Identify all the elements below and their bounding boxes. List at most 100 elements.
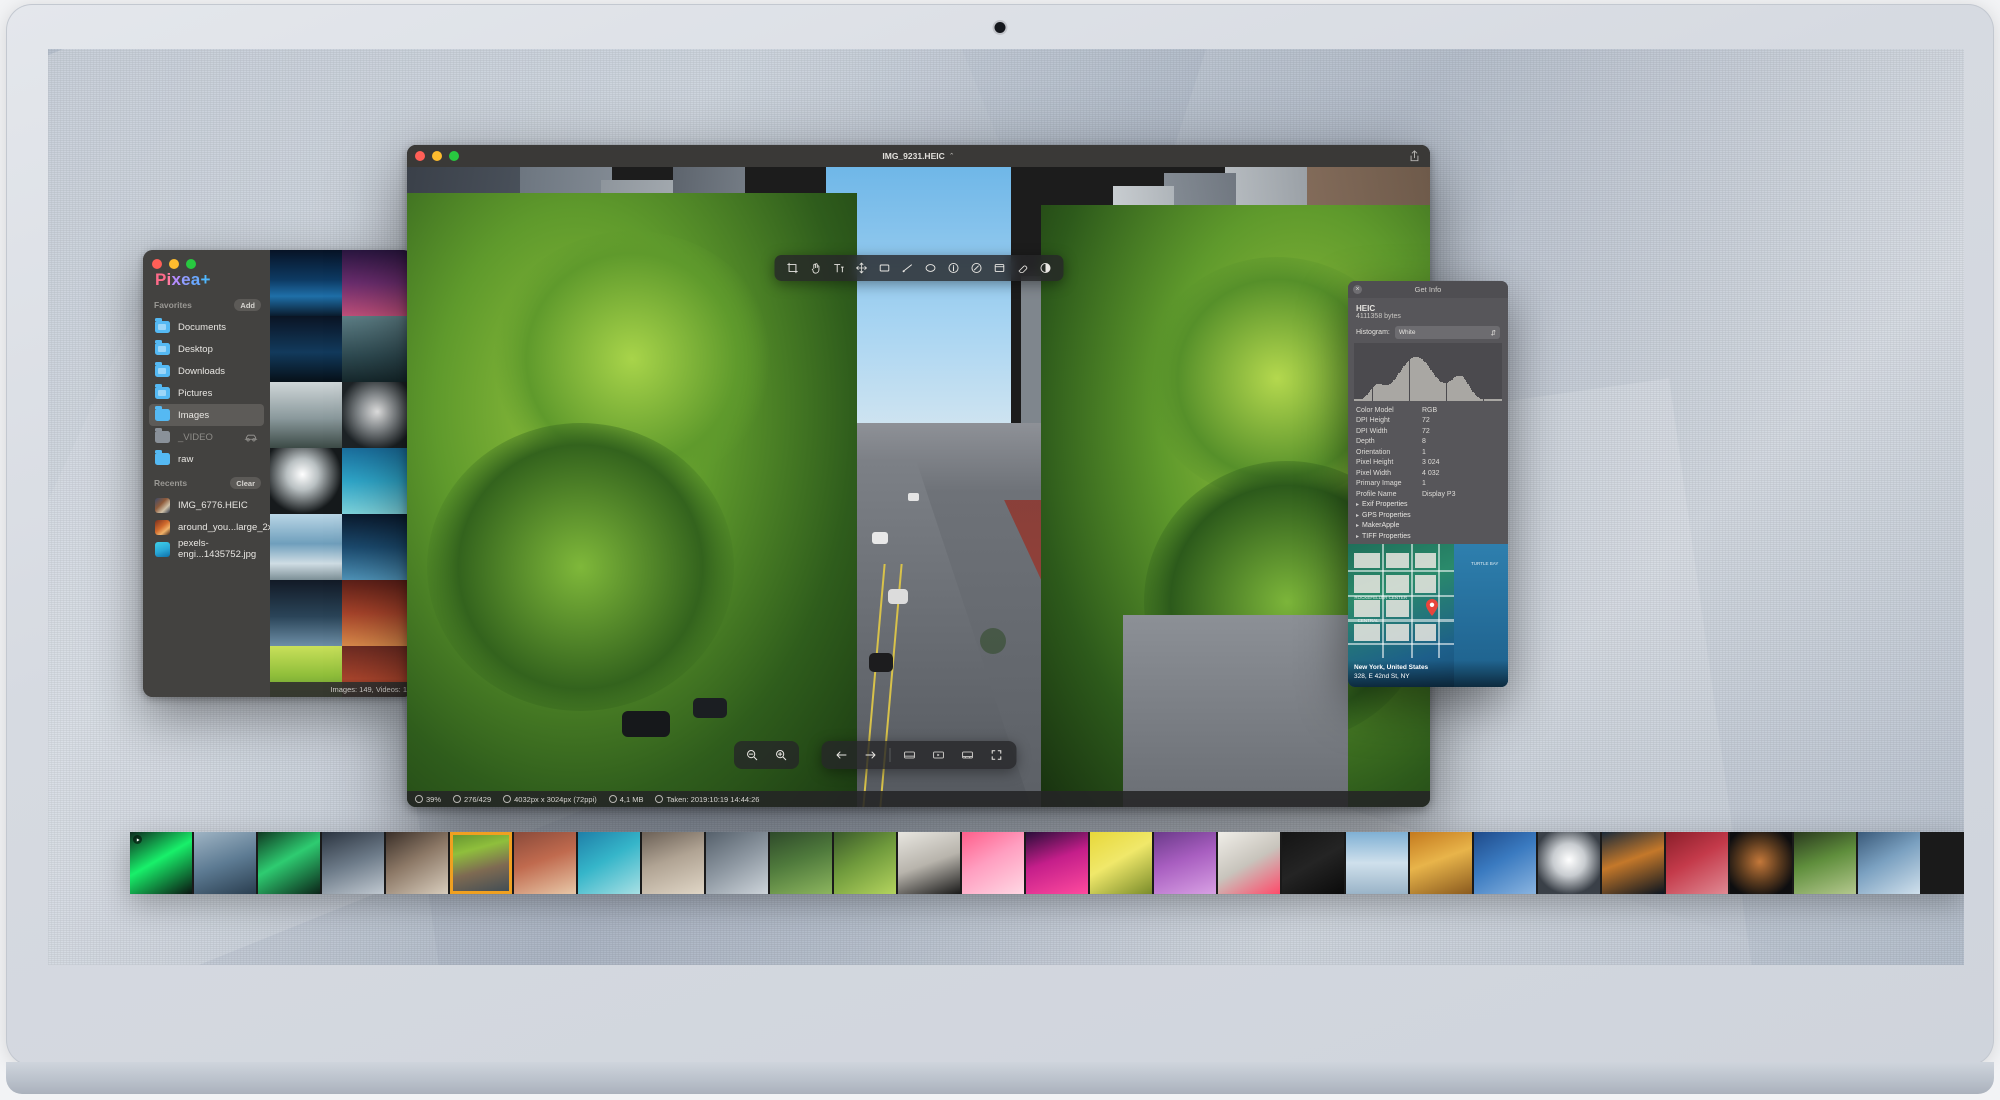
street-market-thumb[interactable] <box>386 832 448 894</box>
histogram-select[interactable]: White ⇵ <box>1394 326 1500 339</box>
move-tool[interactable] <box>851 258 871 278</box>
pixea-window-controls[interactable] <box>152 259 196 269</box>
close-icon[interactable]: × <box>1353 285 1362 294</box>
leaf-texture-thumb[interactable] <box>834 832 896 894</box>
green-hex-thumb[interactable] <box>258 832 320 894</box>
maximize-button[interactable] <box>186 259 196 269</box>
ellipse-tool[interactable] <box>920 258 940 278</box>
info-tool[interactable] <box>943 258 963 278</box>
grid-thumbnail[interactable] <box>341 250 413 316</box>
sidebar-item-desktop[interactable]: Desktop <box>149 338 264 360</box>
highlight-tool[interactable] <box>966 258 986 278</box>
filmstrip-toggle[interactable] <box>899 745 919 765</box>
maximize-button[interactable] <box>449 151 459 161</box>
thumbnails-button[interactable] <box>957 745 977 765</box>
sidebar-item-documents[interactable]: Documents <box>149 316 264 338</box>
beach-aerial-thumb[interactable] <box>578 832 640 894</box>
pink-gradient-thumb[interactable] <box>962 832 1024 894</box>
white-star-thumb[interactable] <box>1538 832 1600 894</box>
recent-item-2[interactable]: pexels-engi...1435752.jpg <box>149 538 264 560</box>
disclosure-tiff-properties[interactable]: ▸ TIFF Properties <box>1356 531 1500 542</box>
zoom-out-button[interactable] <box>742 745 762 765</box>
dark-sphere-thumb[interactable] <box>1730 832 1792 894</box>
zoom-in-button[interactable] <box>771 745 791 765</box>
yellow-field-thumb[interactable] <box>1090 832 1152 894</box>
grid-thumbnail[interactable] <box>270 382 342 448</box>
clear-recents-button[interactable]: Clear <box>230 477 261 489</box>
adjust-tool[interactable] <box>1035 258 1055 278</box>
green-tower-thumb[interactable] <box>770 832 832 894</box>
sidebar-item-downloads[interactable]: Downloads <box>149 360 264 382</box>
grid-thumbnail[interactable] <box>341 580 413 646</box>
hand-tool[interactable] <box>805 258 825 278</box>
get-info-panel[interactable]: × Get Info HEIC 4111358 bytes Histogram:… <box>1348 281 1508 687</box>
filmstrip-dock[interactable] <box>130 832 1964 894</box>
crop-tool[interactable] <box>782 258 802 278</box>
phone-product-thumb[interactable] <box>1218 832 1280 894</box>
purple-flowers-thumb[interactable] <box>1154 832 1216 894</box>
eraser-tool[interactable] <box>1012 258 1032 278</box>
grid-thumbnail[interactable] <box>341 316 413 382</box>
grid-thumbnail[interactable] <box>341 382 413 448</box>
red-pattern-thumb[interactable] <box>1666 832 1728 894</box>
grid-thumbnail[interactable] <box>270 448 342 514</box>
disclosure-gps-properties[interactable]: ▸ GPS Properties <box>1356 510 1500 521</box>
sidebar-item-raw[interactable]: raw <box>149 448 264 470</box>
street-cars-thumb[interactable] <box>322 832 384 894</box>
grid-thumbnail[interactable] <box>270 316 342 382</box>
image-viewer-window[interactable]: IMG_9231.HEIC ⌃ 39% 276/429 4032px x 302… <box>407 145 1430 807</box>
line-tool[interactable] <box>897 258 917 278</box>
minimize-button[interactable] <box>169 259 179 269</box>
pixea-thumbnail-grid[interactable]: Images: 149, Videos: 1 <box>270 250 413 697</box>
mountain-lake-thumb[interactable] <box>1858 832 1920 894</box>
viewer-window-controls[interactable] <box>415 151 459 161</box>
text-tool[interactable] <box>828 258 848 278</box>
zoom-controls[interactable] <box>733 741 799 769</box>
recent-item-1[interactable]: around_you...large_2x.jpg <box>149 516 288 538</box>
sidebar-item-pictures[interactable]: Pictures <box>149 382 264 404</box>
blue-feathers-thumb[interactable] <box>194 832 256 894</box>
brick-building-thumb[interactable] <box>514 832 576 894</box>
recent-item-0[interactable]: IMG_6776.HEIC <box>149 494 264 516</box>
sidebar-item-images[interactable]: Images <box>149 404 264 426</box>
next-image-button[interactable] <box>860 745 880 765</box>
histogram-control[interactable]: Histogram: White ⇵ <box>1348 324 1508 343</box>
minimize-button[interactable] <box>432 151 442 161</box>
grid-thumbnail[interactable] <box>270 250 342 316</box>
fullscreen-button[interactable] <box>986 745 1006 765</box>
grid-thumbnail[interactable] <box>270 514 342 580</box>
previous-image-button[interactable] <box>831 745 851 765</box>
frame-tool[interactable] <box>989 258 1009 278</box>
grid-thumbnail[interactable] <box>270 580 342 646</box>
grid-thumbnail[interactable] <box>341 514 413 580</box>
add-favorite-button[interactable]: Add <box>234 299 261 311</box>
chevron-down-icon[interactable]: ⌃ <box>949 152 955 160</box>
neon-lightning-thumb[interactable] <box>130 832 192 894</box>
cloud-sky-thumb[interactable] <box>1346 832 1408 894</box>
neon-abstract-thumb[interactable] <box>1026 832 1088 894</box>
navigation-toolbar[interactable] <box>821 741 1016 769</box>
location-map[interactable]: ROCKEFELLER CENTER TURTLE BAY CENTRAL Ne… <box>1348 544 1508 687</box>
disclosure-exif-properties[interactable]: ▸ Exif Properties <box>1356 500 1500 511</box>
city-night-thumb[interactable] <box>1602 832 1664 894</box>
disclosure-makerapple[interactable]: ▸ MakerApple <box>1356 521 1500 532</box>
annotation-toolbar[interactable] <box>774 255 1063 281</box>
nyc-street-thumb[interactable] <box>450 832 512 894</box>
forest-road-thumb[interactable] <box>1794 832 1856 894</box>
wire-sculpture-thumb[interactable] <box>898 832 960 894</box>
shell-macro-thumb[interactable] <box>642 832 704 894</box>
autumn-tree-thumb[interactable] <box>1410 832 1472 894</box>
rectangle-tool[interactable] <box>874 258 894 278</box>
photo-canvas[interactable]: 39% 276/429 4032px x 3024px (72ppi) 4,1 … <box>407 167 1430 807</box>
close-button[interactable] <box>152 259 162 269</box>
slideshow-button[interactable] <box>928 745 948 765</box>
share-icon[interactable] <box>1409 150 1420 162</box>
grid-thumbnail[interactable] <box>341 448 413 514</box>
grey-facade-thumb[interactable] <box>706 832 768 894</box>
dark-black-thumb[interactable] <box>1282 832 1344 894</box>
close-button[interactable] <box>415 151 425 161</box>
blue-stripes-thumb[interactable] <box>1474 832 1536 894</box>
sidebar-item-video[interactable]: _VIDEO <box>149 426 264 448</box>
pixea-browser-window[interactable]: Pixea+ Favorites Add Documents Desktop D… <box>143 250 413 697</box>
viewer-titlebar[interactable]: IMG_9231.HEIC ⌃ <box>407 145 1430 167</box>
